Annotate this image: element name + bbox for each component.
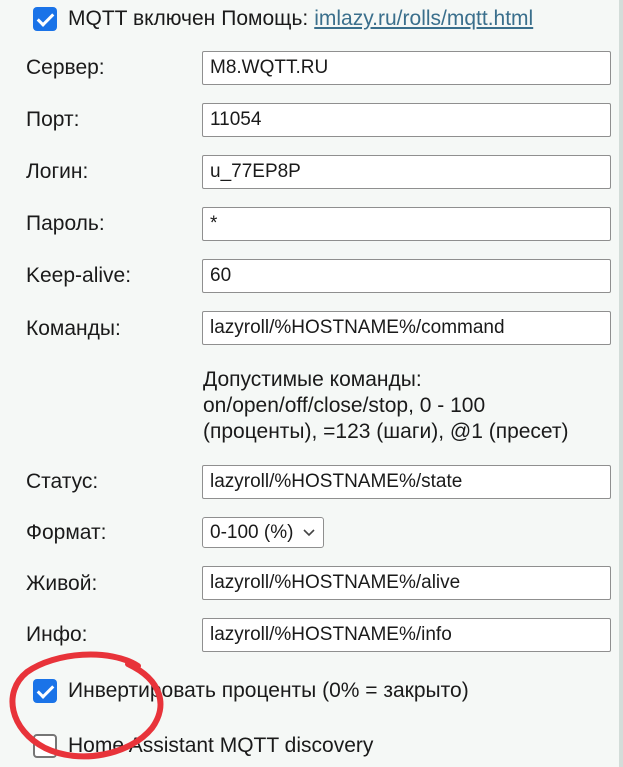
mqtt-enabled-label: MQTT включен: [68, 7, 216, 30]
keepalive-input[interactable]: [202, 259, 611, 293]
commands-label: Команды:: [26, 317, 121, 340]
help-link[interactable]: imlazy.ru/rolls/mqtt.html: [314, 7, 533, 31]
password-label: Пароль:: [26, 212, 105, 235]
password-input[interactable]: [202, 207, 611, 241]
invert-percent-row: Инвертировать проценты (0% = закрыто): [33, 677, 469, 705]
info-label: Инфо:: [26, 623, 88, 646]
alive-input[interactable]: [202, 566, 611, 600]
invert-percent-checkbox[interactable]: [33, 679, 57, 703]
chevron-down-icon: [303, 529, 315, 537]
commands-input[interactable]: [202, 311, 611, 345]
server-input[interactable]: [202, 51, 611, 85]
commands-help-text: Допустимые команды: on/open/off/close/st…: [203, 368, 569, 443]
login-input[interactable]: [202, 155, 611, 189]
status-label: Статус:: [26, 470, 99, 493]
login-label: Логин:: [26, 160, 89, 183]
port-label: Порт:: [26, 108, 80, 131]
ha-discovery-label: Home Assistant MQTT discovery: [68, 734, 374, 757]
mqtt-enabled-checkbox[interactable]: [33, 7, 57, 31]
info-input[interactable]: [202, 618, 611, 652]
port-input[interactable]: [202, 103, 611, 137]
format-select[interactable]: 0-100 (%): [202, 517, 324, 548]
mqtt-enabled-row: MQTT включен Помощь: imlazy.ru/rolls/mqt…: [33, 4, 533, 34]
alive-label: Живой:: [26, 572, 98, 595]
status-input[interactable]: [202, 465, 611, 499]
ha-discovery-row: Home Assistant MQTT discovery: [33, 732, 373, 760]
invert-percent-label: Инвертировать проценты (0% = закрыто): [68, 679, 469, 702]
format-label: Формат:: [26, 521, 107, 544]
format-select-value: 0-100 (%): [210, 521, 294, 543]
ha-discovery-checkbox[interactable]: [33, 734, 57, 758]
keepalive-label: Keep-alive:: [26, 264, 132, 287]
help-label: Помощь:: [221, 7, 309, 30]
mqtt-settings-panel: MQTT включен Помощь: imlazy.ru/rolls/mqt…: [0, 0, 619, 767]
server-label: Сервер:: [26, 56, 105, 79]
